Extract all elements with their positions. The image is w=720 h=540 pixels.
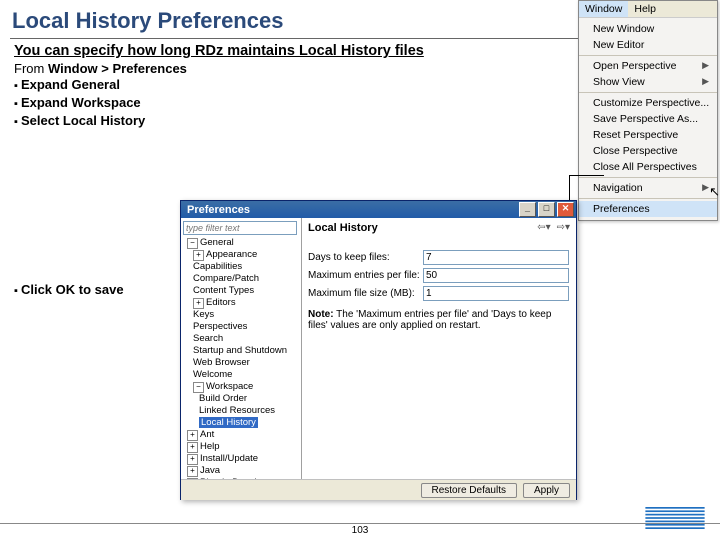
panel: Local History ⇦▾ ⇨▾ Days to keep files: … (302, 218, 576, 479)
chevron-right-icon: ▶ (702, 76, 709, 88)
days-label: Days to keep files: (308, 252, 423, 263)
expand-icon[interactable]: + (187, 442, 198, 453)
filter-input[interactable] (183, 221, 297, 235)
from-prefix: From (14, 61, 48, 76)
menu-open-perspective[interactable]: Open Perspective▶ (579, 58, 717, 74)
tree-java[interactable]: +Java (187, 465, 301, 477)
back-icon[interactable]: ⇦▾ (537, 222, 550, 233)
expand-icon[interactable]: + (193, 298, 204, 309)
menu-reset[interactable]: Reset Perspective (579, 127, 717, 143)
page-number: 103 (0, 523, 720, 536)
tree-item[interactable]: Web Browser (193, 357, 301, 369)
tree-item[interactable]: Startup and Shutdown (193, 345, 301, 357)
menu-close-all[interactable]: Close All Perspectives (579, 159, 717, 175)
note: Note: The 'Maximum entries per file' and… (308, 309, 570, 331)
tree-plugin[interactable]: +Plug-in Development (187, 477, 301, 479)
tree-item[interactable]: Search (193, 333, 301, 345)
size-label: Maximum file size (MB): (308, 288, 423, 299)
tree-item[interactable]: Linked Resources (199, 405, 301, 417)
expand-icon[interactable]: + (187, 478, 198, 479)
restore-defaults-button[interactable]: Restore Defaults (421, 483, 517, 498)
maximize-button[interactable]: □ (538, 202, 555, 217)
close-button[interactable]: ✕ (557, 202, 574, 217)
forward-icon[interactable]: ⇨▾ (557, 222, 570, 233)
tree-local-history[interactable]: Local History (199, 417, 301, 429)
separator (579, 55, 717, 56)
menu-show-view[interactable]: Show View▶ (579, 74, 717, 90)
tree-editors[interactable]: +Editors (193, 297, 301, 309)
tree-item[interactable]: Build Order (199, 393, 301, 405)
tree-item[interactable]: Keys (193, 309, 301, 321)
dialog-title: Preferences (187, 204, 250, 216)
tree-item[interactable]: Content Types (193, 285, 301, 297)
menu-new-window[interactable]: New Window (579, 21, 717, 37)
menu-window[interactable]: Window (579, 1, 628, 17)
tree-help[interactable]: +Help (187, 441, 301, 453)
click-ok: Click OK to save (14, 282, 124, 297)
menu-customize[interactable]: Customize Perspective... (579, 95, 717, 111)
menu-save-as[interactable]: Save Perspective As... (579, 111, 717, 127)
expand-icon[interactable]: + (187, 454, 198, 465)
tree-item[interactable]: Capabilities (193, 261, 301, 273)
tree-view[interactable]: −General +Appearance Capabilities Compar… (181, 218, 302, 479)
tree-install[interactable]: +Install/Update (187, 453, 301, 465)
from-path: Window > Preferences (48, 61, 187, 76)
tree-item[interactable]: Compare/Patch (193, 273, 301, 285)
menu-bar: Window Help (579, 1, 717, 18)
dialog-titlebar[interactable]: Preferences _ □ ✕ (181, 201, 576, 218)
expand-icon[interactable]: + (187, 466, 198, 477)
separator (579, 92, 717, 93)
tree-ant[interactable]: +Ant (187, 429, 301, 441)
panel-title: Local History (308, 222, 570, 234)
tree-general[interactable]: −General +Appearance Capabilities Compar… (187, 237, 301, 429)
chevron-right-icon: ▶ (702, 182, 709, 194)
collapse-icon[interactable]: − (193, 382, 204, 393)
size-input[interactable] (423, 286, 569, 301)
expand-icon[interactable]: + (193, 250, 204, 261)
tree-item[interactable]: Perspectives (193, 321, 301, 333)
entries-label: Maximum entries per file: (308, 270, 423, 281)
collapse-icon[interactable]: − (187, 238, 198, 249)
menu-close[interactable]: Close Perspective (579, 143, 717, 159)
preferences-dialog: Preferences _ □ ✕ −General +Appearance C… (180, 200, 577, 500)
tree-appearance[interactable]: +Appearance (193, 249, 301, 261)
entries-input[interactable] (423, 268, 569, 283)
apply-button[interactable]: Apply (523, 483, 570, 498)
menu-new-editor[interactable]: New Editor (579, 37, 717, 53)
menu-help[interactable]: Help (628, 1, 662, 17)
ibm-logo (640, 507, 710, 534)
tree-item[interactable]: Welcome (193, 369, 301, 381)
days-input[interactable] (423, 250, 569, 265)
expand-icon[interactable]: + (187, 430, 198, 441)
tree-workspace[interactable]: −Workspace Build Order Linked Resources … (193, 381, 301, 429)
chevron-right-icon: ▶ (702, 60, 709, 72)
minimize-button[interactable]: _ (519, 202, 536, 217)
